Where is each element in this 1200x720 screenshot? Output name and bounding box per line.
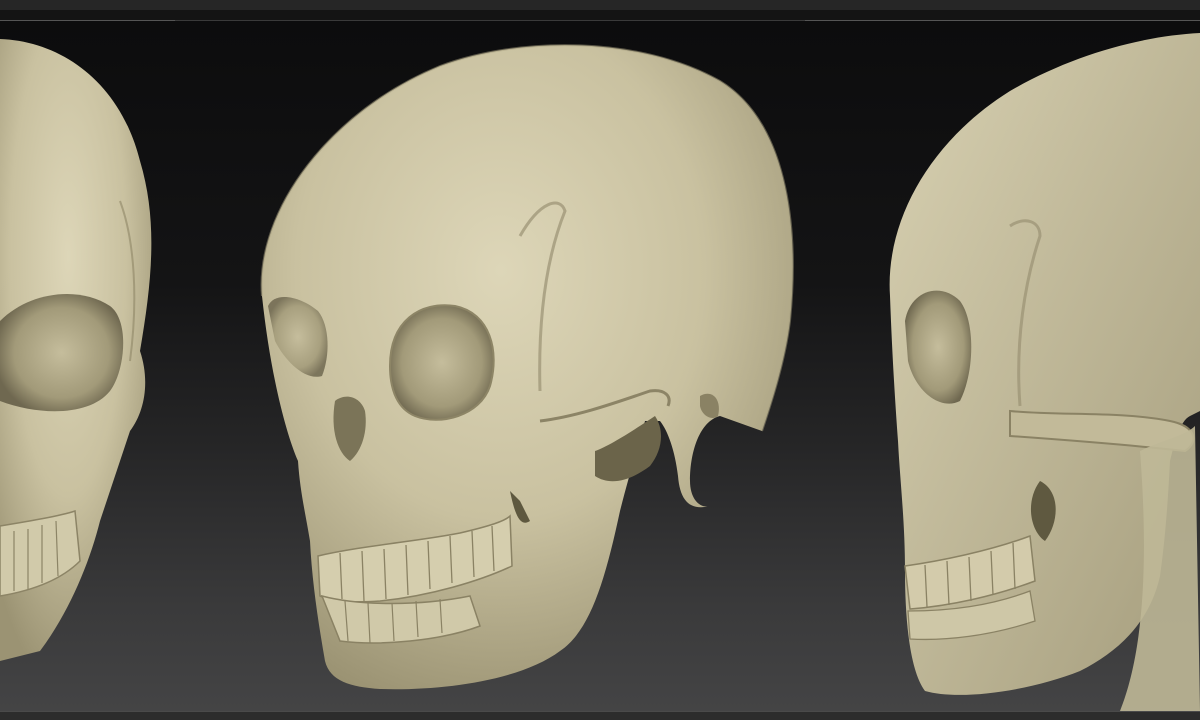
top-toolbar-strip (0, 0, 1200, 10)
skull-left-render (0, 39, 152, 661)
3d-canvas-viewport[interactable] (0, 21, 1200, 711)
eye-socket (0, 294, 124, 412)
skull-renders (0, 33, 1200, 711)
eye-socket (388, 304, 495, 421)
skull-right-render (889, 33, 1200, 711)
skull-center-render (260, 44, 794, 690)
